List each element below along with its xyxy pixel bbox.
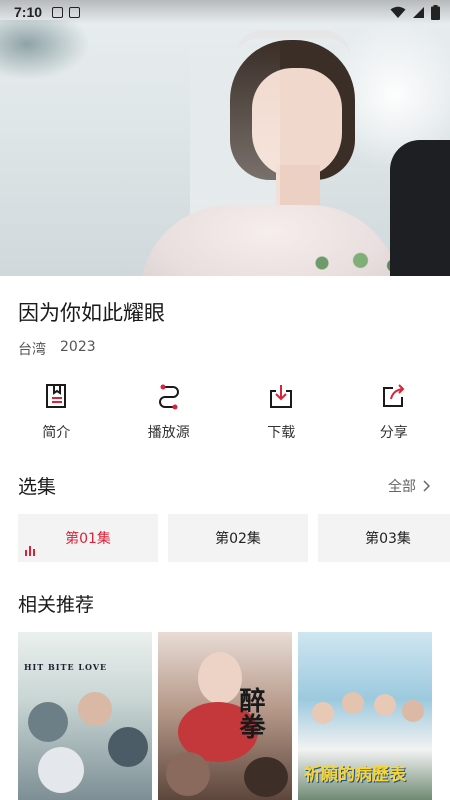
- show-title: 因为你如此耀眼: [18, 301, 165, 325]
- action-row: 简介 播放源 下载 分享: [0, 382, 450, 446]
- status-bar: 7:10: [0, 0, 450, 24]
- groom-suit: [390, 140, 450, 276]
- poster-title: 醉拳: [235, 687, 265, 739]
- episode-item-03[interactable]: 第03集: [318, 514, 450, 562]
- share-icon: [382, 384, 405, 407]
- document-icon: [46, 384, 67, 408]
- chevron-right-icon: [423, 480, 430, 492]
- all-episodes-label: 全部: [388, 479, 416, 495]
- episode-label: 第02集: [215, 531, 261, 547]
- background-foliage: [0, 20, 90, 80]
- video-player[interactable]: [0, 0, 450, 276]
- battery-icon: [431, 4, 440, 20]
- share-label: 分享: [379, 425, 408, 441]
- status-time: 7:10: [14, 4, 43, 20]
- show-meta: 台湾 2023: [18, 339, 96, 359]
- recommendation-poster-1[interactable]: HIT BITE LOVE: [18, 632, 152, 800]
- episode-label: 第01集: [65, 531, 111, 547]
- route-icon: [158, 384, 179, 410]
- recommendation-list: HIT BITE LOVE 醉拳 祈願的病歷表: [18, 632, 432, 800]
- share-button[interactable]: 分享: [338, 382, 450, 446]
- poster-title: HIT BITE LOVE: [24, 662, 108, 672]
- download-button[interactable]: 下载: [225, 382, 338, 446]
- all-episodes-link[interactable]: 全部: [388, 476, 430, 496]
- intro-label: 简介: [42, 425, 71, 441]
- download-icon: [270, 385, 293, 408]
- episode-item-01[interactable]: 第01集: [18, 514, 158, 562]
- source-label: 播放源: [147, 425, 190, 441]
- episode-list: 第01集 第02集 第03集: [18, 514, 450, 562]
- episode-label: 第03集: [365, 531, 411, 547]
- episodes-heading: 选集: [18, 476, 57, 498]
- gallery-notification-icon: [52, 6, 64, 18]
- app-notification-icon: [69, 6, 81, 18]
- recommendation-poster-3[interactable]: 祈願的病歷表: [298, 632, 432, 800]
- show-year: 2023: [60, 339, 96, 355]
- episode-item-02[interactable]: 第02集: [168, 514, 308, 562]
- poster-title: 祈願的病歷表: [304, 765, 406, 785]
- recommendations-heading: 相关推荐: [18, 594, 95, 616]
- playing-indicator-icon: [25, 546, 35, 556]
- download-label: 下载: [267, 425, 296, 441]
- intro-button[interactable]: 简介: [0, 382, 113, 446]
- signal-icon: [413, 6, 424, 18]
- wifi-icon: [390, 6, 406, 18]
- recommendation-poster-2[interactable]: 醉拳: [158, 632, 292, 800]
- source-button[interactable]: 播放源: [113, 382, 226, 446]
- show-region: 台湾: [18, 342, 46, 358]
